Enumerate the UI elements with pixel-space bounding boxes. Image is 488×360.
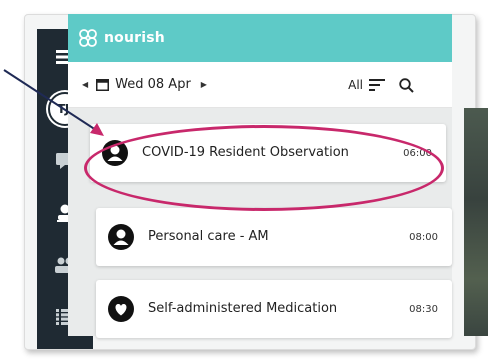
brand-name: nourish (104, 30, 165, 46)
next-day-arrow-icon[interactable]: ▶ (201, 80, 207, 89)
task-title: Self-administered Medication (148, 300, 338, 316)
filter-sort-icon[interactable] (369, 79, 385, 91)
person-icon (108, 224, 134, 250)
background-photo-strip (464, 108, 488, 336)
task-card-covid-observation[interactable]: COVID-19 Resident Observation 06:00 (90, 124, 446, 182)
current-date[interactable]: Wed 08 Apr (115, 77, 191, 92)
nourish-logo-icon (79, 29, 97, 47)
search-icon[interactable] (399, 77, 414, 93)
filter-controls: All (348, 62, 414, 108)
app-header: nourish (68, 14, 452, 62)
filter-label[interactable]: All (348, 78, 363, 92)
heart-icon (108, 296, 134, 322)
task-title: Personal care - AM (148, 228, 269, 244)
calendar-icon[interactable] (96, 78, 110, 91)
task-time: 08:00 (409, 231, 438, 243)
task-time: 06:00 (403, 147, 432, 159)
task-title: COVID-19 Resident Observation (142, 144, 349, 160)
task-time: 08:30 (409, 303, 438, 315)
person-icon (102, 140, 128, 166)
task-card-personal-care[interactable]: Personal care - AM 08:00 (96, 208, 452, 266)
task-card-medication[interactable]: Self-administered Medication 08:30 (96, 280, 452, 338)
date-navigation-bar: ◀ Wed 08 Apr ▶ All (68, 62, 452, 108)
previous-day-arrow-icon[interactable]: ◀ (82, 80, 88, 89)
